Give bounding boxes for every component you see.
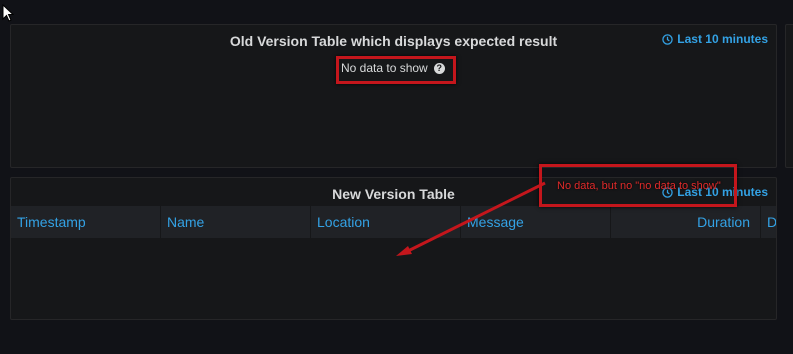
arrow-icon — [396, 181, 546, 256]
